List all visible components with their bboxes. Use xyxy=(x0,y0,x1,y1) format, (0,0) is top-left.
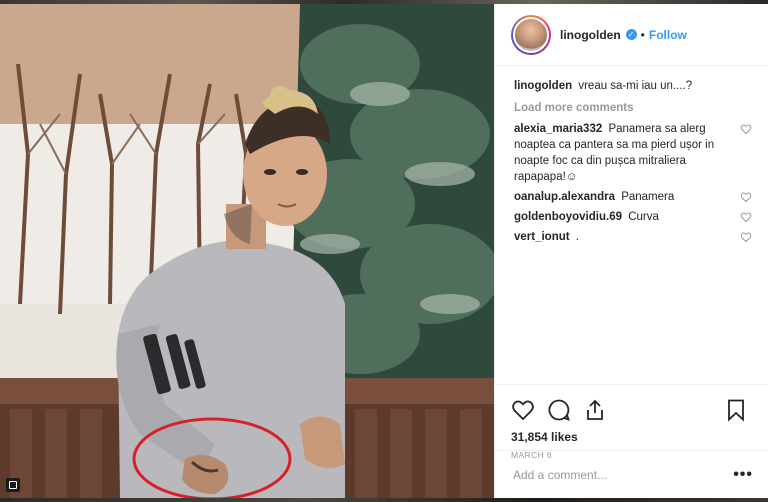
share-icon xyxy=(587,399,603,420)
post-photo[interactable] xyxy=(0,4,494,498)
comment-item: vert_ionut . xyxy=(514,229,752,245)
gallery-icon xyxy=(6,478,20,492)
photo-illustration xyxy=(0,4,494,498)
comment-text: Panamera xyxy=(621,191,675,203)
add-comment-bar: ••• xyxy=(495,450,768,498)
comment-like-heart-icon[interactable] xyxy=(740,231,752,243)
caption-text: vreau sa-mi iau un....? xyxy=(578,80,693,92)
save-button[interactable] xyxy=(724,397,752,423)
comment-text: . xyxy=(575,231,579,243)
like-button[interactable] xyxy=(511,397,539,423)
comment-button[interactable] xyxy=(547,397,575,423)
bookmark-icon xyxy=(728,399,744,422)
browser-frame: linogolden ✓ • Follow linogolden vreau s… xyxy=(0,0,768,502)
comment-text: Curva xyxy=(628,211,659,223)
comment-username[interactable]: vert_ionut xyxy=(514,231,570,243)
comment-username[interactable]: oanalup.alexandra xyxy=(514,191,615,203)
comment-like-heart-icon[interactable] xyxy=(740,191,752,203)
action-bar xyxy=(511,393,752,427)
comment-item: oanalup.alexandra Panamera xyxy=(514,189,752,205)
share-button[interactable] xyxy=(583,397,611,423)
header-separator: • xyxy=(640,27,645,42)
avatar[interactable] xyxy=(511,14,551,55)
post-caption: linogolden vreau sa-mi iau un....? xyxy=(514,78,752,94)
post-header: linogolden ✓ • Follow xyxy=(495,4,768,66)
comment-like-heart-icon[interactable] xyxy=(740,123,752,135)
author-username[interactable]: linogolden xyxy=(560,28,621,42)
caption-username[interactable]: linogolden xyxy=(514,80,572,92)
post-details-panel: linogolden ✓ • Follow linogolden vreau s… xyxy=(494,4,768,498)
comment-like-heart-icon[interactable] xyxy=(740,211,752,223)
comment-username[interactable]: alexia_maria332 xyxy=(514,123,602,135)
comment-input[interactable] xyxy=(513,467,734,482)
comment-username[interactable]: goldenboyovidiu.69 xyxy=(514,211,622,223)
likes-count[interactable]: 31,854 likes xyxy=(511,430,752,444)
background-strip-bottom xyxy=(0,498,768,502)
post-actions: 31,854 likes MARCH 6 xyxy=(495,384,768,460)
comment-item: alexia_maria332 Panamera sa alerg noapte… xyxy=(514,121,752,185)
heart-icon xyxy=(512,400,534,421)
follow-button[interactable]: Follow xyxy=(649,28,687,42)
comments-section: linogolden vreau sa-mi iau un....? Load … xyxy=(495,66,768,384)
more-options-button[interactable]: ••• xyxy=(733,466,753,482)
comment-item: goldenboyovidiu.69 Curva xyxy=(514,209,752,225)
comment-bubble-icon xyxy=(548,399,570,421)
load-more-comments-button[interactable]: Load more comments xyxy=(514,100,752,116)
verified-badge-icon: ✓ xyxy=(625,29,637,40)
